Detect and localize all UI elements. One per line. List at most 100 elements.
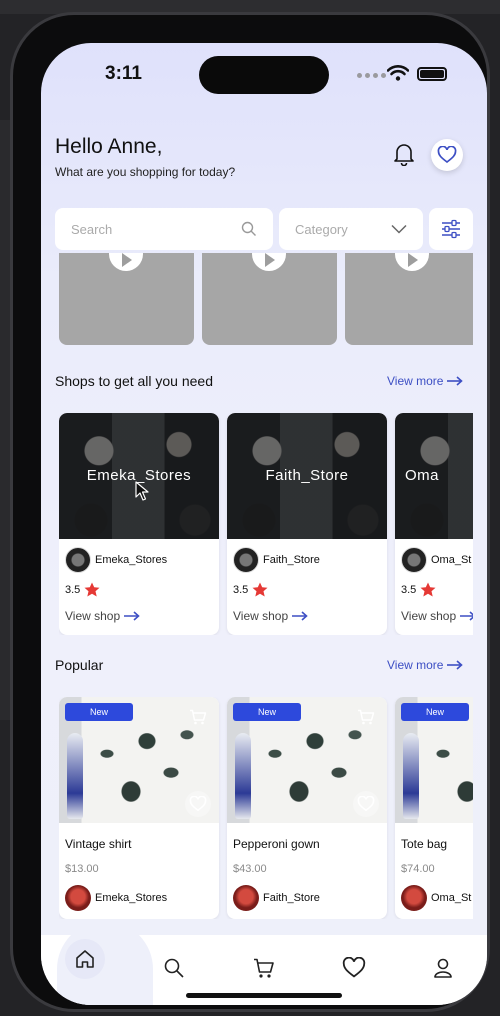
wishlist-button[interactable]	[431, 139, 463, 171]
arrow-right-icon	[447, 660, 464, 670]
cart-icon[interactable]	[357, 709, 375, 725]
product-store-name: Faith_Store	[263, 892, 320, 904]
product-price: $13.00	[65, 863, 99, 875]
shop-card[interactable]: Oma Oma_St 3.5 View shop	[395, 413, 473, 635]
star-icon	[252, 582, 268, 597]
product-store-row: Emeka_Stores	[65, 885, 167, 911]
battery-icon	[417, 67, 447, 81]
tab-home[interactable]	[65, 939, 105, 979]
shop-store-name: Emeka_Stores	[95, 554, 168, 566]
video-carousel[interactable]	[59, 253, 473, 345]
shop-banner: Emeka_Stores	[59, 413, 219, 539]
rating-value: 3.5	[233, 583, 249, 596]
shop-rating: 3.5	[233, 582, 268, 597]
avatar	[401, 885, 427, 911]
arrow-right-icon	[292, 611, 308, 621]
shop-banner: Faith_Store	[227, 413, 387, 539]
product-name: Vintage shirt	[65, 837, 132, 851]
shops-carousel[interactable]: Emeka_Stores Emeka_Stores 3.5 View shop …	[59, 413, 473, 635]
play-icon[interactable]	[252, 253, 286, 271]
heart-icon	[437, 146, 457, 164]
video-card[interactable]	[202, 253, 337, 345]
avatar	[65, 547, 91, 573]
heart-icon	[189, 796, 207, 812]
filter-button[interactable]	[429, 208, 473, 250]
product-card[interactable]: New Tote bag $74.00 Oma_St	[395, 697, 473, 919]
home-indicator	[186, 993, 342, 998]
shop-banner-name: Faith_Store	[265, 467, 349, 484]
status-time: 3:11	[105, 63, 142, 84]
favorite-button[interactable]	[353, 791, 379, 817]
star-icon	[84, 582, 100, 597]
shop-card[interactable]: Emeka_Stores Emeka_Stores 3.5 View shop	[59, 413, 219, 635]
view-shop-link[interactable]: View shop	[401, 609, 473, 623]
new-badge: New	[65, 703, 133, 721]
product-store-row: Faith_Store	[233, 885, 320, 911]
search-placeholder: Search	[71, 221, 113, 237]
product-image-bottle	[235, 733, 251, 819]
wifi-icon	[387, 65, 409, 81]
video-card[interactable]	[345, 253, 473, 345]
tab-search-icon[interactable]	[163, 957, 185, 979]
shop-store-row: Faith_Store	[233, 547, 320, 573]
phone-frame: 3:11 Hello Anne, What are you shopping f…	[10, 12, 490, 1012]
play-icon[interactable]	[109, 253, 143, 271]
product-store-row: Oma_St	[401, 885, 471, 911]
product-card[interactable]: New Pepperoni gown $43.00 Faith_Store	[227, 697, 387, 919]
tab-cart-icon[interactable]	[253, 957, 275, 979]
signal-icon	[357, 73, 386, 78]
search-icon	[241, 221, 256, 236]
sliders-icon	[442, 219, 460, 239]
shop-store-name: Faith_Store	[263, 554, 320, 566]
view-shop-link[interactable]: View shop	[65, 609, 140, 623]
category-select[interactable]: Category	[279, 208, 423, 250]
popular-carousel[interactable]: New Vintage shirt $13.00 Emeka_Stores Ne…	[59, 697, 473, 919]
shop-banner: Oma	[395, 413, 473, 539]
shops-section-title: Shops to get all you need	[55, 373, 214, 389]
product-card[interactable]: New Vintage shirt $13.00 Emeka_Stores	[59, 697, 219, 919]
shops-view-more-link[interactable]: View more	[387, 374, 464, 388]
tab-user-icon[interactable]	[432, 957, 454, 979]
shop-banner-name: Oma	[405, 467, 440, 484]
dynamic-island	[199, 56, 329, 94]
arrow-right-icon	[447, 376, 464, 386]
bell-icon[interactable]	[393, 142, 415, 166]
category-placeholder: Category	[295, 221, 348, 237]
view-shop-label: View shop	[65, 609, 121, 623]
avatar	[401, 547, 427, 573]
view-more-label: View more	[387, 658, 444, 672]
view-shop-label: View shop	[401, 609, 457, 623]
new-badge: New	[401, 703, 469, 721]
video-card[interactable]	[59, 253, 194, 345]
shop-rating: 3.5	[401, 582, 436, 597]
tab-heart-icon[interactable]	[342, 957, 366, 979]
rating-value: 3.5	[401, 583, 417, 596]
arrow-right-icon	[460, 611, 473, 621]
avatar	[233, 547, 259, 573]
greeting-title: Hello Anne,	[55, 135, 163, 158]
shop-store-row: Oma_St	[401, 547, 471, 573]
play-icon[interactable]	[395, 253, 429, 271]
favorite-button[interactable]	[185, 791, 211, 817]
new-badge: New	[233, 703, 301, 721]
star-icon	[420, 582, 436, 597]
product-price: $74.00	[401, 863, 435, 875]
cart-icon[interactable]	[189, 709, 207, 725]
popular-view-more-link[interactable]: View more	[387, 658, 464, 672]
view-shop-link[interactable]: View shop	[233, 609, 308, 623]
product-store-name: Emeka_Stores	[95, 892, 168, 904]
view-more-label: View more	[387, 374, 444, 388]
app-screen: 3:11 Hello Anne, What are you shopping f…	[41, 43, 487, 1005]
shop-store-name: Oma_St	[431, 554, 472, 566]
product-store-name: Oma_St	[431, 892, 472, 904]
search-input[interactable]: Search	[55, 208, 273, 250]
shop-store-row: Emeka_Stores	[65, 547, 167, 573]
avatar	[65, 885, 91, 911]
product-name: Pepperoni gown	[233, 837, 320, 851]
greeting-subtitle: What are you shopping for today?	[55, 165, 236, 179]
popular-section-title: Popular	[55, 657, 104, 673]
product-image-bottle	[403, 733, 419, 819]
shop-card[interactable]: Faith_Store Faith_Store 3.5 View shop	[227, 413, 387, 635]
product-image-bottle	[67, 733, 83, 819]
rating-value: 3.5	[65, 583, 81, 596]
